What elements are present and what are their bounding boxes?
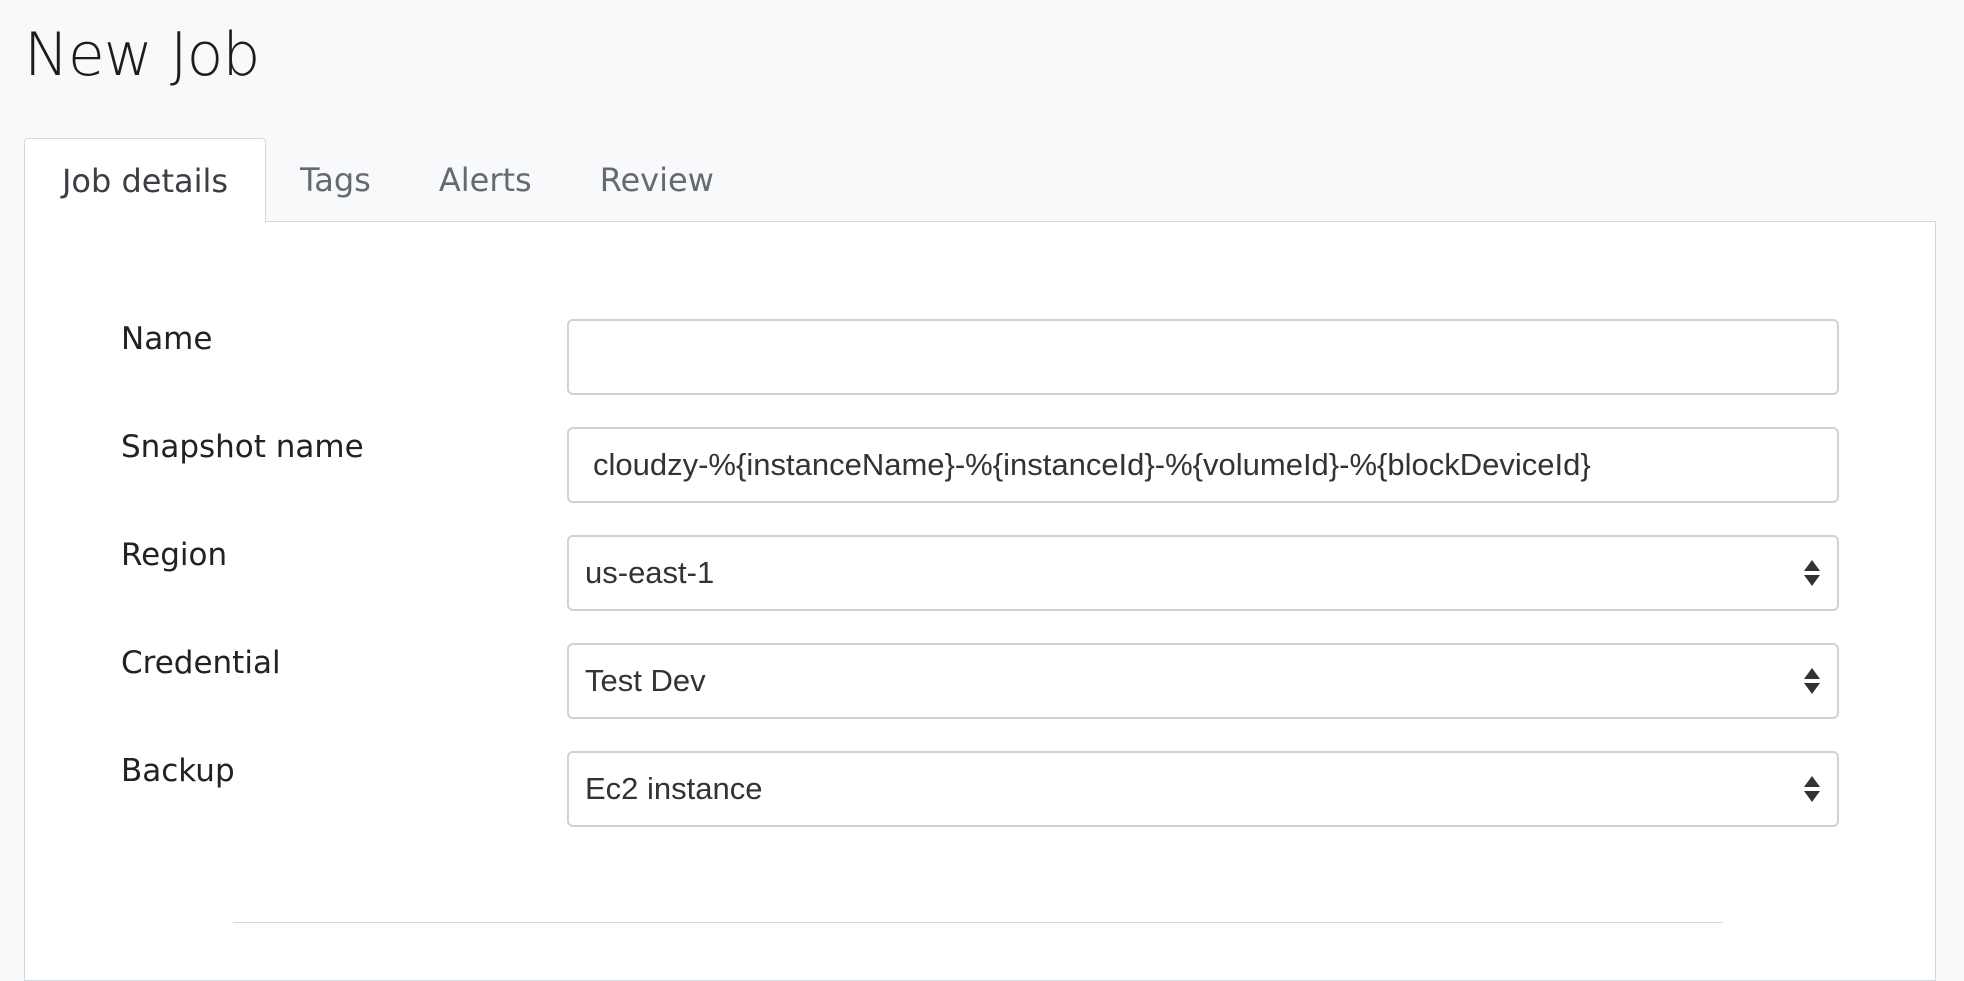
credential-label: Credential [121, 645, 281, 681]
page-title: New Job [24, 20, 260, 90]
tab-tags[interactable]: Tags [266, 138, 405, 222]
name-input[interactable] [567, 319, 1839, 395]
job-details-panel: Name Snapshot name Region us-east-1 Cred… [24, 221, 1936, 981]
region-select-value: us-east-1 [585, 555, 715, 590]
snapshot-name-label: Snapshot name [121, 429, 364, 465]
credential-select-value: Test Dev [585, 663, 706, 698]
region-label: Region [121, 537, 228, 573]
region-select[interactable]: us-east-1 [567, 535, 1839, 611]
credential-select[interactable]: Test Dev [567, 643, 1839, 719]
tab-job-details[interactable]: Job details [24, 138, 266, 223]
up-down-arrows-icon [1803, 560, 1821, 586]
backup-select-value: Ec2 instance [585, 771, 763, 806]
tab-review[interactable]: Review [566, 138, 748, 222]
up-down-arrows-icon [1803, 668, 1821, 694]
backup-select[interactable]: Ec2 instance [567, 751, 1839, 827]
tab-alerts[interactable]: Alerts [405, 138, 566, 222]
snapshot-name-input[interactable] [567, 427, 1839, 503]
up-down-arrows-icon [1803, 776, 1821, 802]
name-label: Name [121, 321, 213, 357]
section-divider [233, 922, 1723, 923]
tab-bar: Job details Tags Alerts Review [24, 138, 748, 223]
backup-label: Backup [121, 753, 235, 789]
